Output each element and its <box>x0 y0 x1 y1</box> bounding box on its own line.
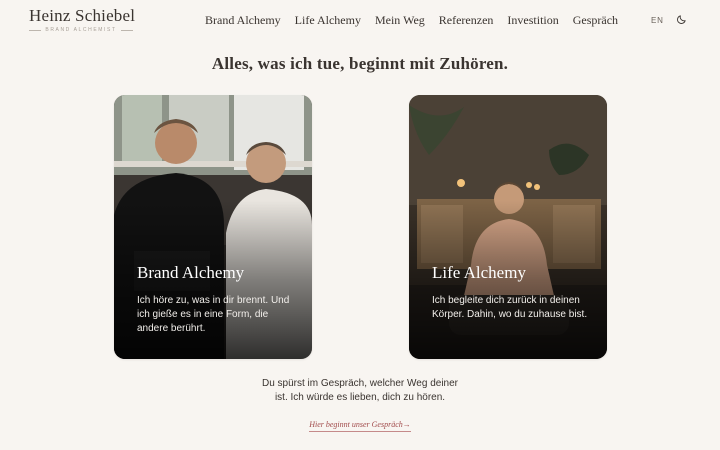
moon-icon[interactable] <box>676 14 687 25</box>
closing-text: Du spürst im Gespräch, welcher Weg deine… <box>0 377 720 405</box>
logo-subtitle-row: BRAND ALCHEMIST <box>29 27 134 33</box>
cta-link[interactable]: Hier beginnt unser Gespräch→ <box>309 420 411 432</box>
nav-item-investition[interactable]: Investition <box>507 13 558 28</box>
closing-line: ist. Ich würde es lieben, dich zu hören. <box>274 392 446 403</box>
nav-item-gespraech[interactable]: Gespräch <box>573 13 618 28</box>
card-text: Ich begleite dich zurück in deinen Körpe… <box>432 295 588 320</box>
card-title: Life Alchemy <box>432 263 526 282</box>
logo-subtitle: BRAND ALCHEMIST <box>45 27 117 33</box>
main-nav: Brand Alchemy Life Alchemy Mein Weg Refe… <box>205 13 632 28</box>
logo[interactable]: Heinz Schiebel BRAND ALCHEMIST <box>29 6 136 33</box>
nav-item-mein-weg[interactable]: Mein Weg <box>375 13 425 28</box>
card-text: Ich höre zu, was in dir brennt. Und ich … <box>137 295 290 334</box>
nav-item-referenzen[interactable]: Referenzen <box>439 13 494 28</box>
card-life-alchemy[interactable]: Life Alchemy Ich begleite dich zurück in… <box>409 95 607 359</box>
logo-divider-right <box>120 29 134 31</box>
logo-divider-left <box>29 29 42 31</box>
card-title: Brand Alchemy <box>137 263 245 282</box>
cta-wrapper: Hier beginnt unser Gespräch→ <box>0 414 720 432</box>
logo-name: Heinz Schiebel <box>29 6 136 25</box>
nav-item-brand-alchemy[interactable]: Brand Alchemy <box>205 13 281 28</box>
card-brand-alchemy[interactable]: Brand Alchemy Ich höre zu, was in dir br… <box>114 95 312 359</box>
language-switch[interactable]: EN <box>651 16 664 25</box>
page-headline: Alles, was ich tue, beginnt mit Zuhören. <box>211 54 509 73</box>
site-header: Heinz Schiebel BRAND ALCHEMIST Brand Alc… <box>0 0 720 42</box>
nav-item-life-alchemy[interactable]: Life Alchemy <box>295 13 361 28</box>
closing-line: Du spürst im Gespräch, welcher Weg deine… <box>261 378 458 389</box>
